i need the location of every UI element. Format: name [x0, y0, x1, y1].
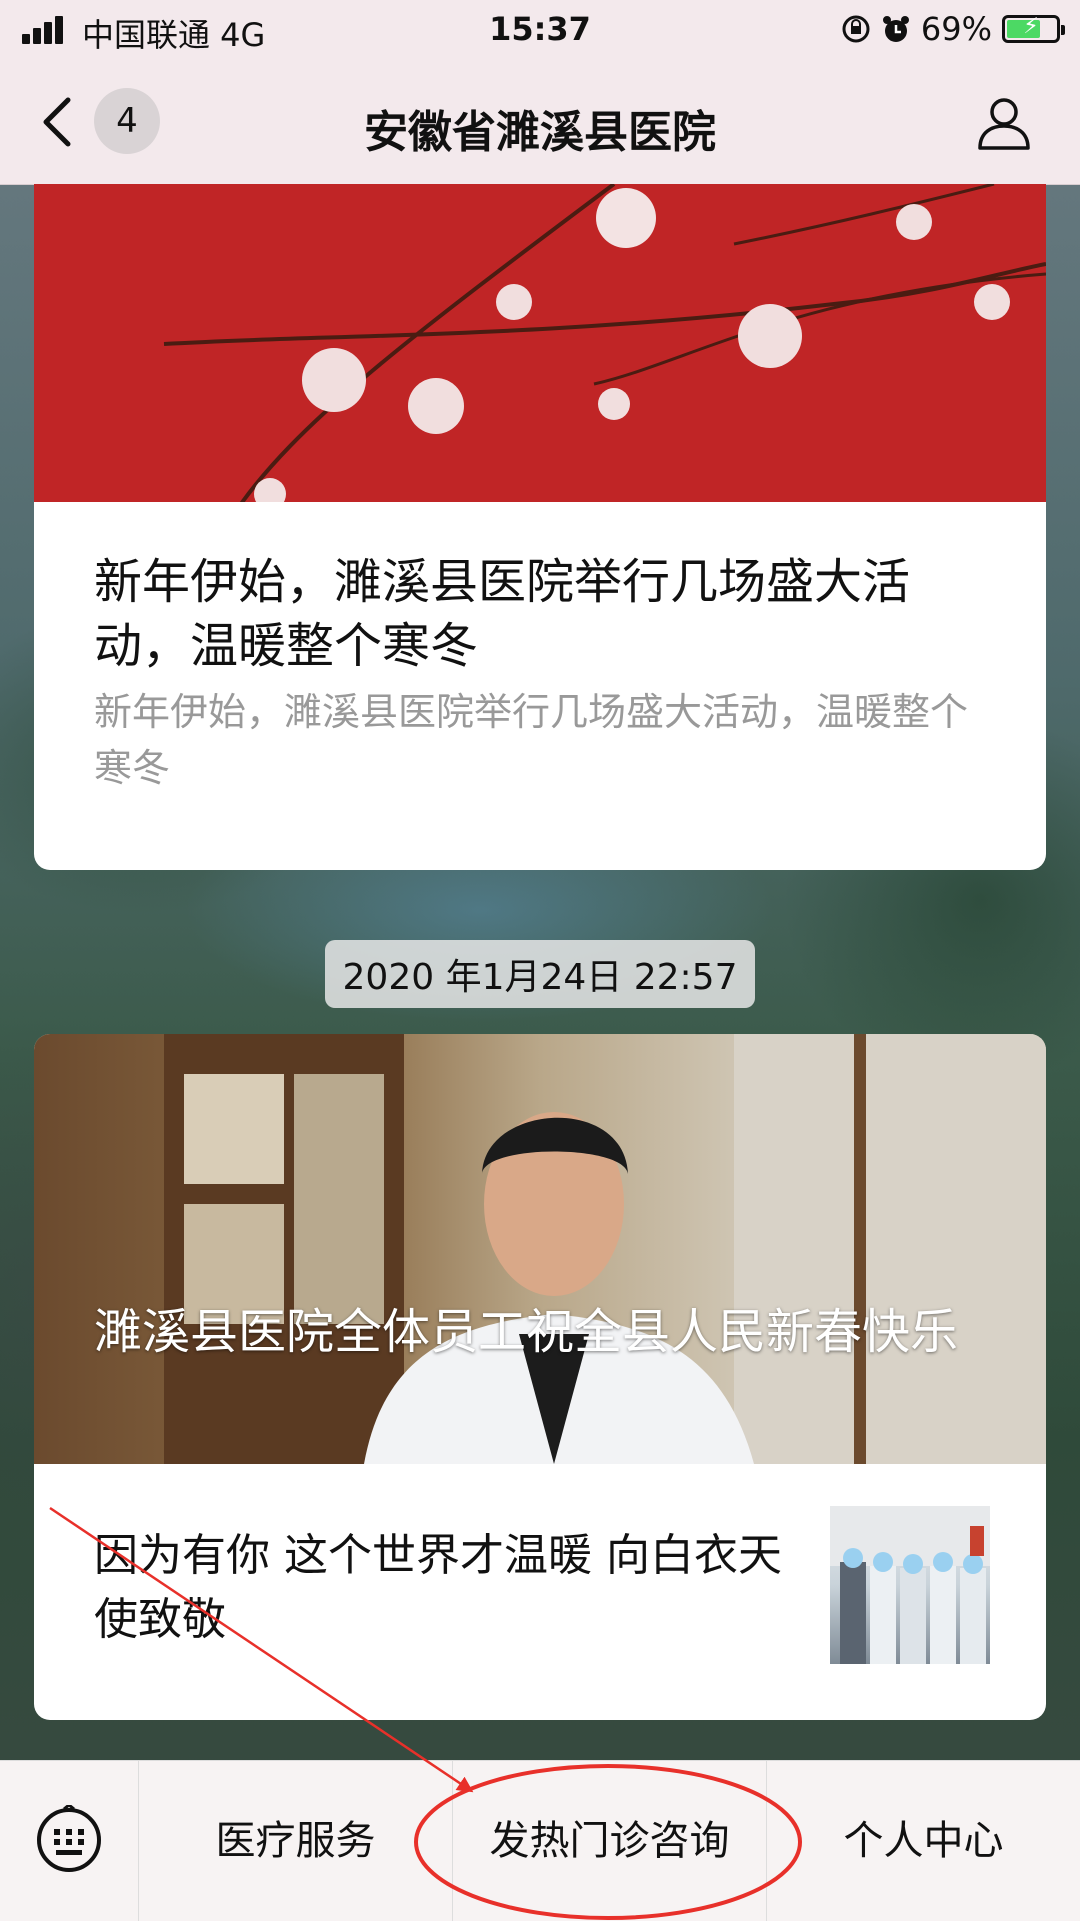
navigation-bar: 4 安徽省濉溪县医院	[0, 60, 1080, 185]
news-headline[interactable]: 濉溪县医院全体员工祝全县人民新春快乐	[94, 1296, 994, 1368]
keyboard-switch-button[interactable]	[0, 1761, 139, 1921]
menu-fever-clinic-consult[interactable]: 发热门诊咨询	[453, 1761, 767, 1921]
article-card[interactable]: 新年伊始，濉溪县医院举行几场盛大活动，温暖整个寒冬 新年伊始，濉溪县医院举行几场…	[34, 184, 1046, 870]
article-summary: 新年伊始，濉溪县医院举行几场盛大活动，温暖整个寒冬	[94, 690, 969, 790]
news-item-title[interactable]: 因为有你 这个世界才温暖 向白衣天使致敬	[94, 1524, 814, 1652]
message-timestamp: 2020 年1月24日 22:57	[0, 940, 1080, 1008]
bottom-menu-bar: 医疗服务 发热门诊咨询 个人中心	[0, 1760, 1080, 1921]
rotation-lock-icon	[842, 15, 870, 43]
keyboard-icon	[37, 1805, 101, 1872]
battery-icon: ⚡	[1002, 14, 1065, 43]
timestamp-label: 2020 年1月24日 22:57	[324, 940, 756, 1008]
menu-personal-center[interactable]: 个人中心	[767, 1761, 1080, 1921]
battery-percentage: 69%	[920, 10, 992, 48]
status-bar: 中国联通 4G 15:37 69% ⚡	[0, 0, 1080, 60]
page-title: 安徽省濉溪县医院	[364, 107, 716, 158]
doctor-photo	[34, 1034, 1046, 1464]
plum-blossom-image	[34, 184, 1046, 502]
article-title[interactable]: 新年伊始，濉溪县医院举行几场盛大活动，温暖整个寒冬	[94, 550, 994, 678]
alarm-icon	[882, 16, 909, 42]
profile-icon[interactable]	[976, 94, 1032, 150]
nurses-thumbnail[interactable]	[830, 1506, 990, 1664]
menu-medical-service[interactable]: 医疗服务	[139, 1761, 453, 1921]
news-group-card[interactable]: 濉溪县医院全体员工祝全县人民新春快乐 因为有你 这个世界才温暖 向白衣天使致敬	[34, 1034, 1046, 1720]
